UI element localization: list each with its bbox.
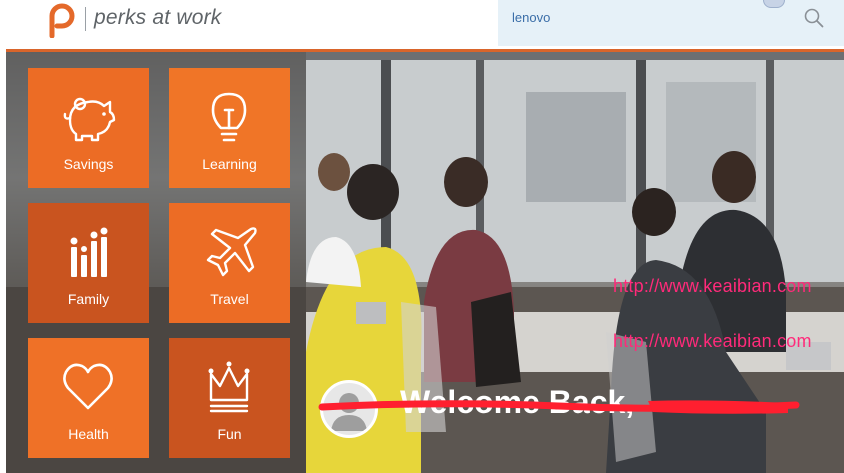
tile-travel[interactable]: Travel	[169, 203, 290, 323]
search-icon[interactable]	[804, 8, 824, 28]
logo-divider	[85, 7, 86, 31]
lightbulb-icon	[211, 92, 247, 142]
tile-label: Health	[68, 426, 109, 442]
piggy-bank-icon	[63, 97, 116, 142]
tile-health[interactable]: Health	[28, 338, 149, 458]
redaction-scribble	[318, 400, 800, 414]
tile-label: Savings	[63, 156, 114, 172]
top-header: perks at work	[0, 0, 844, 50]
watermark-text: http://www.keaibian.com	[613, 276, 812, 296]
crown-icon	[208, 361, 250, 413]
airplane-icon	[206, 227, 257, 277]
brand-name[interactable]: perks at work	[94, 6, 221, 30]
perks-logo-icon[interactable]	[44, 2, 76, 38]
input-method-icon	[763, 0, 785, 8]
search-input[interactable]	[508, 7, 766, 27]
tile-label: Learning	[202, 156, 257, 172]
tile-fun[interactable]: Fun	[169, 338, 290, 458]
search-bar	[498, 0, 844, 46]
family-icon	[70, 227, 108, 277]
tile-family[interactable]: Family	[28, 203, 149, 323]
tile-label: Family	[67, 291, 110, 307]
tile-savings[interactable]: Savings	[28, 68, 149, 188]
watermark-text: http://www.keaibian.com	[613, 331, 812, 351]
tile-label: Travel	[210, 291, 249, 307]
tile-label: Fun	[217, 426, 242, 442]
tile-learning[interactable]: Learning	[169, 68, 290, 188]
heart-icon	[63, 363, 113, 410]
